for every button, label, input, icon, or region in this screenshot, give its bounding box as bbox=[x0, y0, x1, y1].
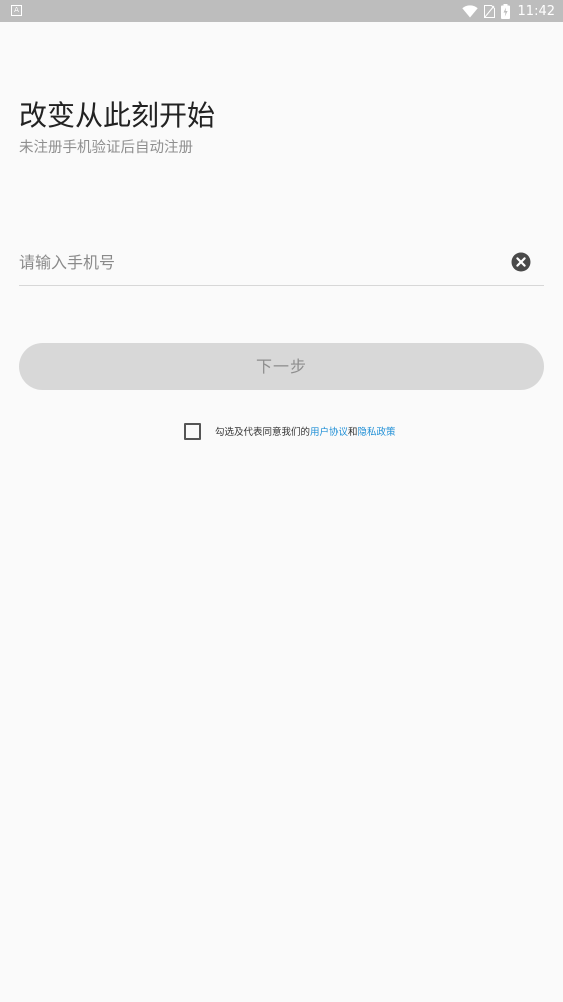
agreement-conjunction: 和 bbox=[348, 427, 358, 438]
battery-icon bbox=[500, 3, 510, 19]
agreement-text: 勾选及代表同意我们的用户协议和隐私政策 bbox=[215, 424, 396, 438]
agreement-checkbox[interactable] bbox=[184, 422, 201, 440]
agreement-prefix: 勾选及代表同意我们的 bbox=[215, 427, 311, 438]
app-notification-icon: A bbox=[11, 5, 22, 16]
wifi-icon bbox=[461, 4, 478, 17]
sim-icon bbox=[483, 4, 495, 18]
phone-input[interactable] bbox=[19, 240, 499, 285]
page-title: 改变从此刻开始 bbox=[19, 99, 216, 132]
privacy-policy-link[interactable]: 隐私政策 bbox=[358, 427, 396, 438]
user-agreement-link[interactable]: 用户协议 bbox=[310, 427, 348, 438]
next-button[interactable]: 下一步 bbox=[19, 343, 544, 390]
clear-icon bbox=[511, 252, 531, 272]
status-bar: A 11:42 bbox=[0, 0, 563, 22]
page-subtitle: 未注册手机验证后自动注册 bbox=[19, 140, 193, 156]
status-time: 11:42 bbox=[517, 3, 555, 19]
status-icons: 11:42 bbox=[461, 0, 555, 22]
phone-input-row bbox=[19, 240, 544, 286]
agreement-row: 勾选及代表同意我们的用户协议和隐私政策 bbox=[184, 422, 396, 440]
clear-button[interactable] bbox=[511, 252, 531, 272]
